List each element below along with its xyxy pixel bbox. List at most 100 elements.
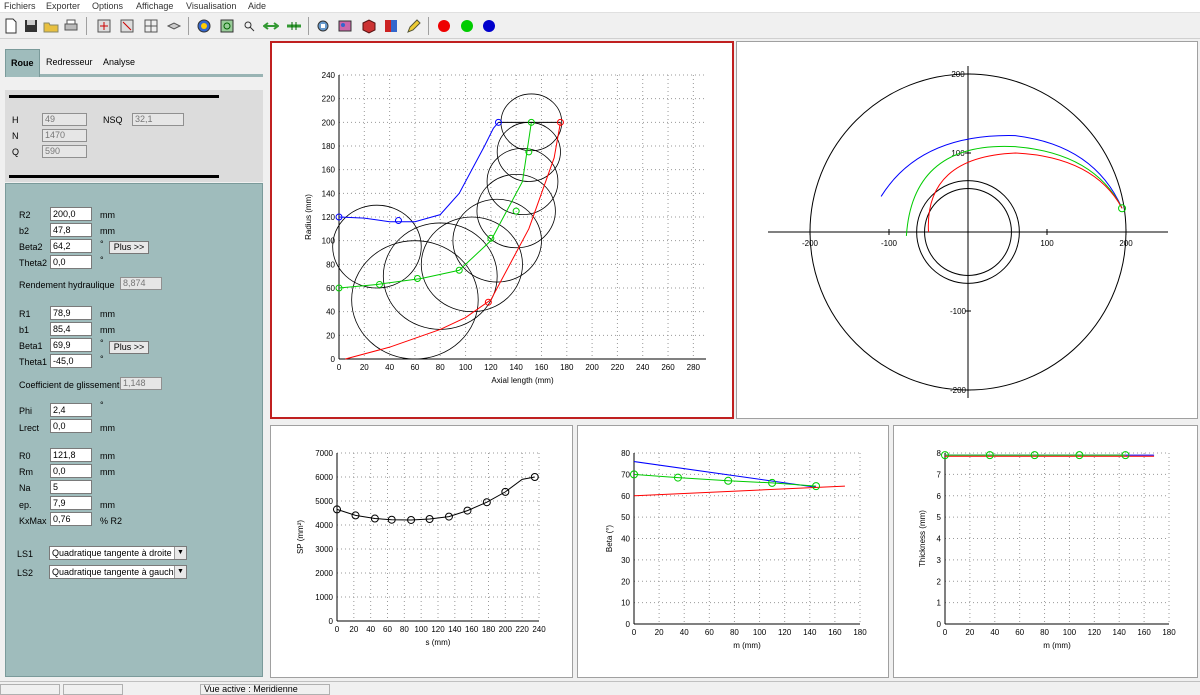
x-tick-label: 240 [636,363,650,372]
open-icon[interactable] [42,16,60,35]
zoom-icon[interactable] [240,16,258,35]
rm-unit: mm [100,467,115,477]
x-tick-label: 0 [943,628,948,637]
y-tick-label: 7000 [315,449,333,458]
tool-2-icon[interactable] [118,16,136,35]
arrows-2-icon[interactable] [285,16,303,35]
b2-input[interactable]: 47,8 [50,223,92,237]
x-axis-label: m (mm) [733,641,761,650]
y-tick-label: 0 [626,620,631,629]
y-tick-label: 140 [322,189,336,198]
tool-3-icon[interactable] [314,16,332,35]
x-tick-label: 20 [965,628,974,637]
kxmax-input[interactable]: 0,76 [50,512,92,526]
book-icon[interactable] [382,16,400,35]
b1-input[interactable]: 85,4 [50,322,92,336]
sp-chart: 0 20 40 60 80 100 120 140 160 180 200 220 240 0 1000 20… [296,449,546,647]
beta1-input[interactable]: 69,9 [50,338,92,352]
layers-icon[interactable] [165,16,183,35]
x-tick-label: 200 [499,625,513,634]
save-icon[interactable] [22,16,40,35]
r0-input[interactable]: 121,8 [50,448,92,462]
x-tick-label: 60 [410,363,419,372]
grid-icon[interactable] [142,16,160,35]
y-tick-label: 60 [621,492,630,501]
lrect-input[interactable]: 0,0 [50,419,92,433]
menu-aide[interactable]: Aide [248,1,266,11]
tab-redresseur[interactable]: Redresseur [41,49,98,77]
chevron-down-icon[interactable]: ▼ [174,566,186,578]
blue-dot-icon[interactable] [480,16,498,35]
tool-4-icon[interactable] [336,16,354,35]
phi-input[interactable]: 2,4 [50,403,92,417]
new-icon[interactable] [2,16,20,35]
y-tick-label: 70 [621,470,630,479]
y-tick-label: -100 [950,307,967,316]
menu-fichiers[interactable]: Fichiers [4,1,36,11]
y-tick-label: 40 [326,308,335,317]
q-value: 590 [42,145,87,158]
ls1-value: Quadratique tangente à droite [52,548,172,558]
lrect-unit: mm [100,423,115,433]
y-tick-label: 200 [322,118,336,127]
beta1-plus-button[interactable]: Plus >> [109,341,149,354]
y-tick-label: 3000 [315,545,333,554]
red-dot-icon[interactable] [435,16,453,35]
beta2-plus-button[interactable]: Plus >> [109,241,149,254]
y-tick-label: 3 [937,556,942,565]
meridional-view-panel[interactable]: 0 20 40 60 80 100 120 140 160 180 200 220 240 260 280 0… [270,41,734,419]
globe-icon[interactable] [195,16,213,35]
x-axis-label: Axial length (mm) [491,376,554,385]
r2-unit: mm [100,210,115,220]
tab-roue[interactable]: Roue [5,49,40,77]
y-tick-label: 40 [621,535,630,544]
refresh-icon[interactable] [218,16,236,35]
chevron-down-icon[interactable]: ▼ [174,547,186,559]
print-icon[interactable] [62,16,80,35]
x-tick-label: 100 [459,363,473,372]
blade-curve-red [927,152,1123,233]
cube-icon[interactable] [360,16,378,35]
ep-input[interactable]: 7,9 [50,496,92,510]
pencil-icon[interactable] [405,16,423,35]
beta-view-panel[interactable]: 0 20 40 60 80 100 120 140 160 180 0 10 20 30 40 50 60 70 8… [577,425,889,678]
na-input[interactable]: 5 [50,480,92,494]
tool-1-icon[interactable] [95,16,113,35]
r2-label: R2 [19,210,31,220]
rm-input[interactable]: 0,0 [50,464,92,478]
x-tick-label: 180 [560,363,574,372]
n-label: N [12,131,19,141]
thickness-view-panel[interactable]: 0 20 40 60 80 100 120 140 160 180 0 1 2 3 4 5 6 7 8 m (mm) T… [893,425,1198,678]
x-tick-label: 0 [335,625,340,634]
tab-analyse[interactable]: Analyse [98,49,140,77]
ep-label: ep. [19,500,32,510]
menu-exporter[interactable]: Exporter [46,1,80,11]
theta1-input[interactable]: -45,0 [50,354,92,368]
left-panel: Roue Redresseur Analyse H 49 NSQ 32,1 N … [0,40,268,678]
beta1-label: Beta1 [19,341,43,351]
r2-input[interactable]: 200,0 [50,207,92,221]
menu-affichage[interactable]: Affichage [136,1,173,11]
arrows-icon[interactable] [262,16,280,35]
ls2-select[interactable]: Quadratique tangente à gauche ▼ [49,565,187,579]
beta2-input[interactable]: 64,2 [50,239,92,253]
parameters-panel: R2 200,0 mm b2 47,8 mm Beta2 64,2 ° Plus… [5,183,263,677]
theta2-input[interactable]: 0,0 [50,255,92,269]
phi-unit: ° [100,400,104,410]
ls2-label: LS2 [17,568,34,578]
polar-chart: -200 -100 100 200200100-100-200 [768,66,1168,398]
x-axis-label: m (mm) [1043,641,1071,650]
x-tick-label: 40 [680,628,689,637]
ls1-select[interactable]: Quadratique tangente à droite ▼ [49,546,187,560]
b2-label: b2 [19,226,30,236]
n-value: 1470 [42,129,87,142]
y-tick-label: 8 [937,449,942,458]
green-dot-icon[interactable] [458,16,476,35]
y-tick-label: 1 [937,599,942,608]
lrect-label: Lrect [19,423,40,433]
menu-visualisation[interactable]: Visualisation [186,1,236,11]
polar-view-panel[interactable]: -200 -100 100 200 200 100 -100 -200 [736,41,1198,419]
sp-view-panel[interactable]: 0 20 40 60 80 100 120 140 160 180 200 220 240 0 1000 20… [270,425,573,678]
menu-options[interactable]: Options [92,1,123,11]
r1-input[interactable]: 78,9 [50,306,92,320]
